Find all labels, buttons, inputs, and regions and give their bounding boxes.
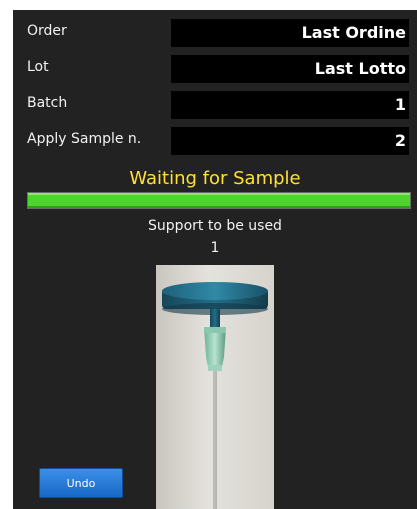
undo-button[interactable]: Undo <box>39 468 123 498</box>
lot-label: Lot <box>27 59 49 75</box>
order-row: Order Last Ordine <box>13 14 417 48</box>
order-value: Last Ordine <box>171 19 409 47</box>
batch-label: Batch <box>27 95 68 111</box>
lot-row: Lot Last Lotto <box>13 50 417 84</box>
order-label: Order <box>27 23 67 39</box>
needle-support-illustration <box>162 282 268 509</box>
needle-support-photo <box>156 265 274 509</box>
progress-fill <box>28 193 410 208</box>
support-label: Support to be used <box>148 218 282 234</box>
support-count: 1 <box>210 240 220 256</box>
progress-bar <box>27 192 411 209</box>
status-message: Waiting for Sample <box>129 168 301 189</box>
sample-number-row: Apply Sample n. 2 <box>13 122 417 156</box>
batch-value: 1 <box>171 91 409 119</box>
sample-number-label: Apply Sample n. <box>27 131 142 147</box>
sample-panel: Order Last Ordine Lot Last Lotto Batch 1… <box>13 10 417 509</box>
sample-number-value: 2 <box>171 127 409 155</box>
lot-value: Last Lotto <box>171 55 409 83</box>
batch-row: Batch 1 <box>13 86 417 120</box>
